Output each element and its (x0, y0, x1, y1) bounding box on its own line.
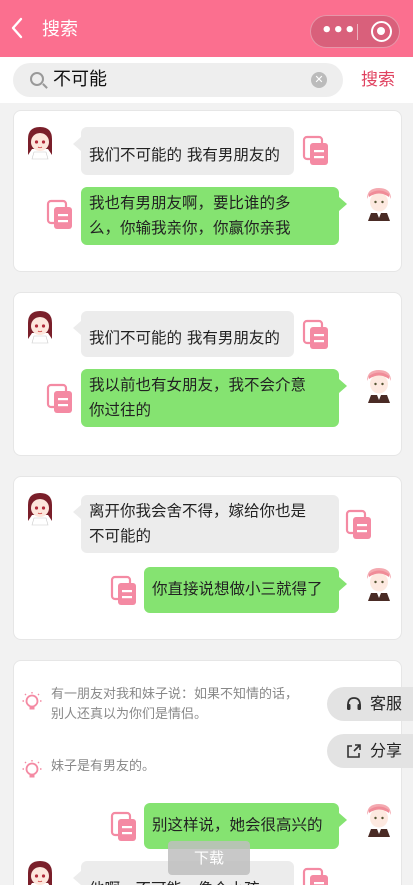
share-button[interactable]: 分享 (327, 734, 413, 768)
search-button[interactable]: 搜索 (361, 69, 395, 91)
context-tip: 有一朋友对我和妹子说：如果不知情的话， 别人还真以为你们是情侣。 (51, 687, 299, 722)
avatar-girl (27, 310, 53, 344)
capsule-divider (357, 24, 358, 40)
chat-bubble-received[interactable]: 我们不可能的 我有男朋友的 (73, 311, 294, 357)
chat-bubble-sent[interactable]: 我以前也有女朋友，我不会介意 你过往的 (81, 369, 347, 427)
chat-card: 我们不可能的 我有男朋友的 我也有男朋友啊，要比谁的多 么，你输我亲你，你赢你亲… (13, 110, 402, 272)
chat-card: 我们不可能的 我有男朋友的 我以前也有女朋友，我不会介意 你过往的 (13, 292, 402, 456)
header-bar: 搜索 ••• (0, 0, 413, 57)
search-bar: ✕ 搜索 (0, 57, 413, 103)
chat-bubble-received[interactable]: 离开你我会舍不得，嫁给你也是 不可能的 (73, 495, 339, 553)
lightbulb-icon (22, 759, 42, 779)
chat-bubble-received[interactable]: 我们不可能的 我有男朋友的 (73, 127, 294, 175)
chat-bubble-sent[interactable]: 你直接说想做小三就得了 (144, 567, 347, 613)
avatar-girl (27, 126, 53, 160)
copy-icon[interactable] (110, 811, 138, 843)
avatar-boy (367, 568, 391, 601)
chat-bubble-sent[interactable]: 我也有男朋友啊，要比谁的多 么，你输我亲你，你赢你亲我 (81, 187, 347, 245)
copy-icon[interactable] (345, 509, 373, 541)
headset-icon (347, 697, 361, 710)
more-dots-icon[interactable]: ••• (321, 16, 356, 47)
search-icon (30, 72, 44, 86)
copy-icon[interactable] (302, 135, 330, 167)
mini-program-capsule: ••• (310, 15, 400, 48)
chevron-left-icon[interactable] (10, 17, 30, 41)
page-title: 搜索 (42, 19, 78, 40)
avatar-girl (27, 860, 53, 885)
copy-icon[interactable] (46, 383, 74, 415)
avatar-boy (367, 370, 391, 403)
avatar-boy (367, 188, 391, 221)
copy-icon[interactable] (110, 575, 138, 607)
chat-card: 离开你我会舍不得，嫁给你也是 不可能的 你直接说想做小三就得了 (13, 476, 402, 640)
download-button[interactable]: 下载 (168, 841, 250, 875)
customer-service-button[interactable]: 客服 (327, 687, 413, 721)
context-tip: 妹子是有男友的。 (51, 759, 156, 774)
copy-icon[interactable] (302, 319, 330, 351)
copy-icon[interactable] (302, 867, 330, 885)
avatar-boy (367, 804, 391, 837)
share-icon (347, 744, 361, 758)
copy-icon[interactable] (46, 199, 74, 231)
lightbulb-icon (22, 691, 42, 711)
close-target-icon[interactable] (371, 21, 392, 42)
search-box: ✕ (13, 63, 343, 97)
avatar-girl (27, 492, 53, 526)
clear-icon[interactable]: ✕ (311, 72, 327, 88)
search-input[interactable] (53, 63, 303, 97)
